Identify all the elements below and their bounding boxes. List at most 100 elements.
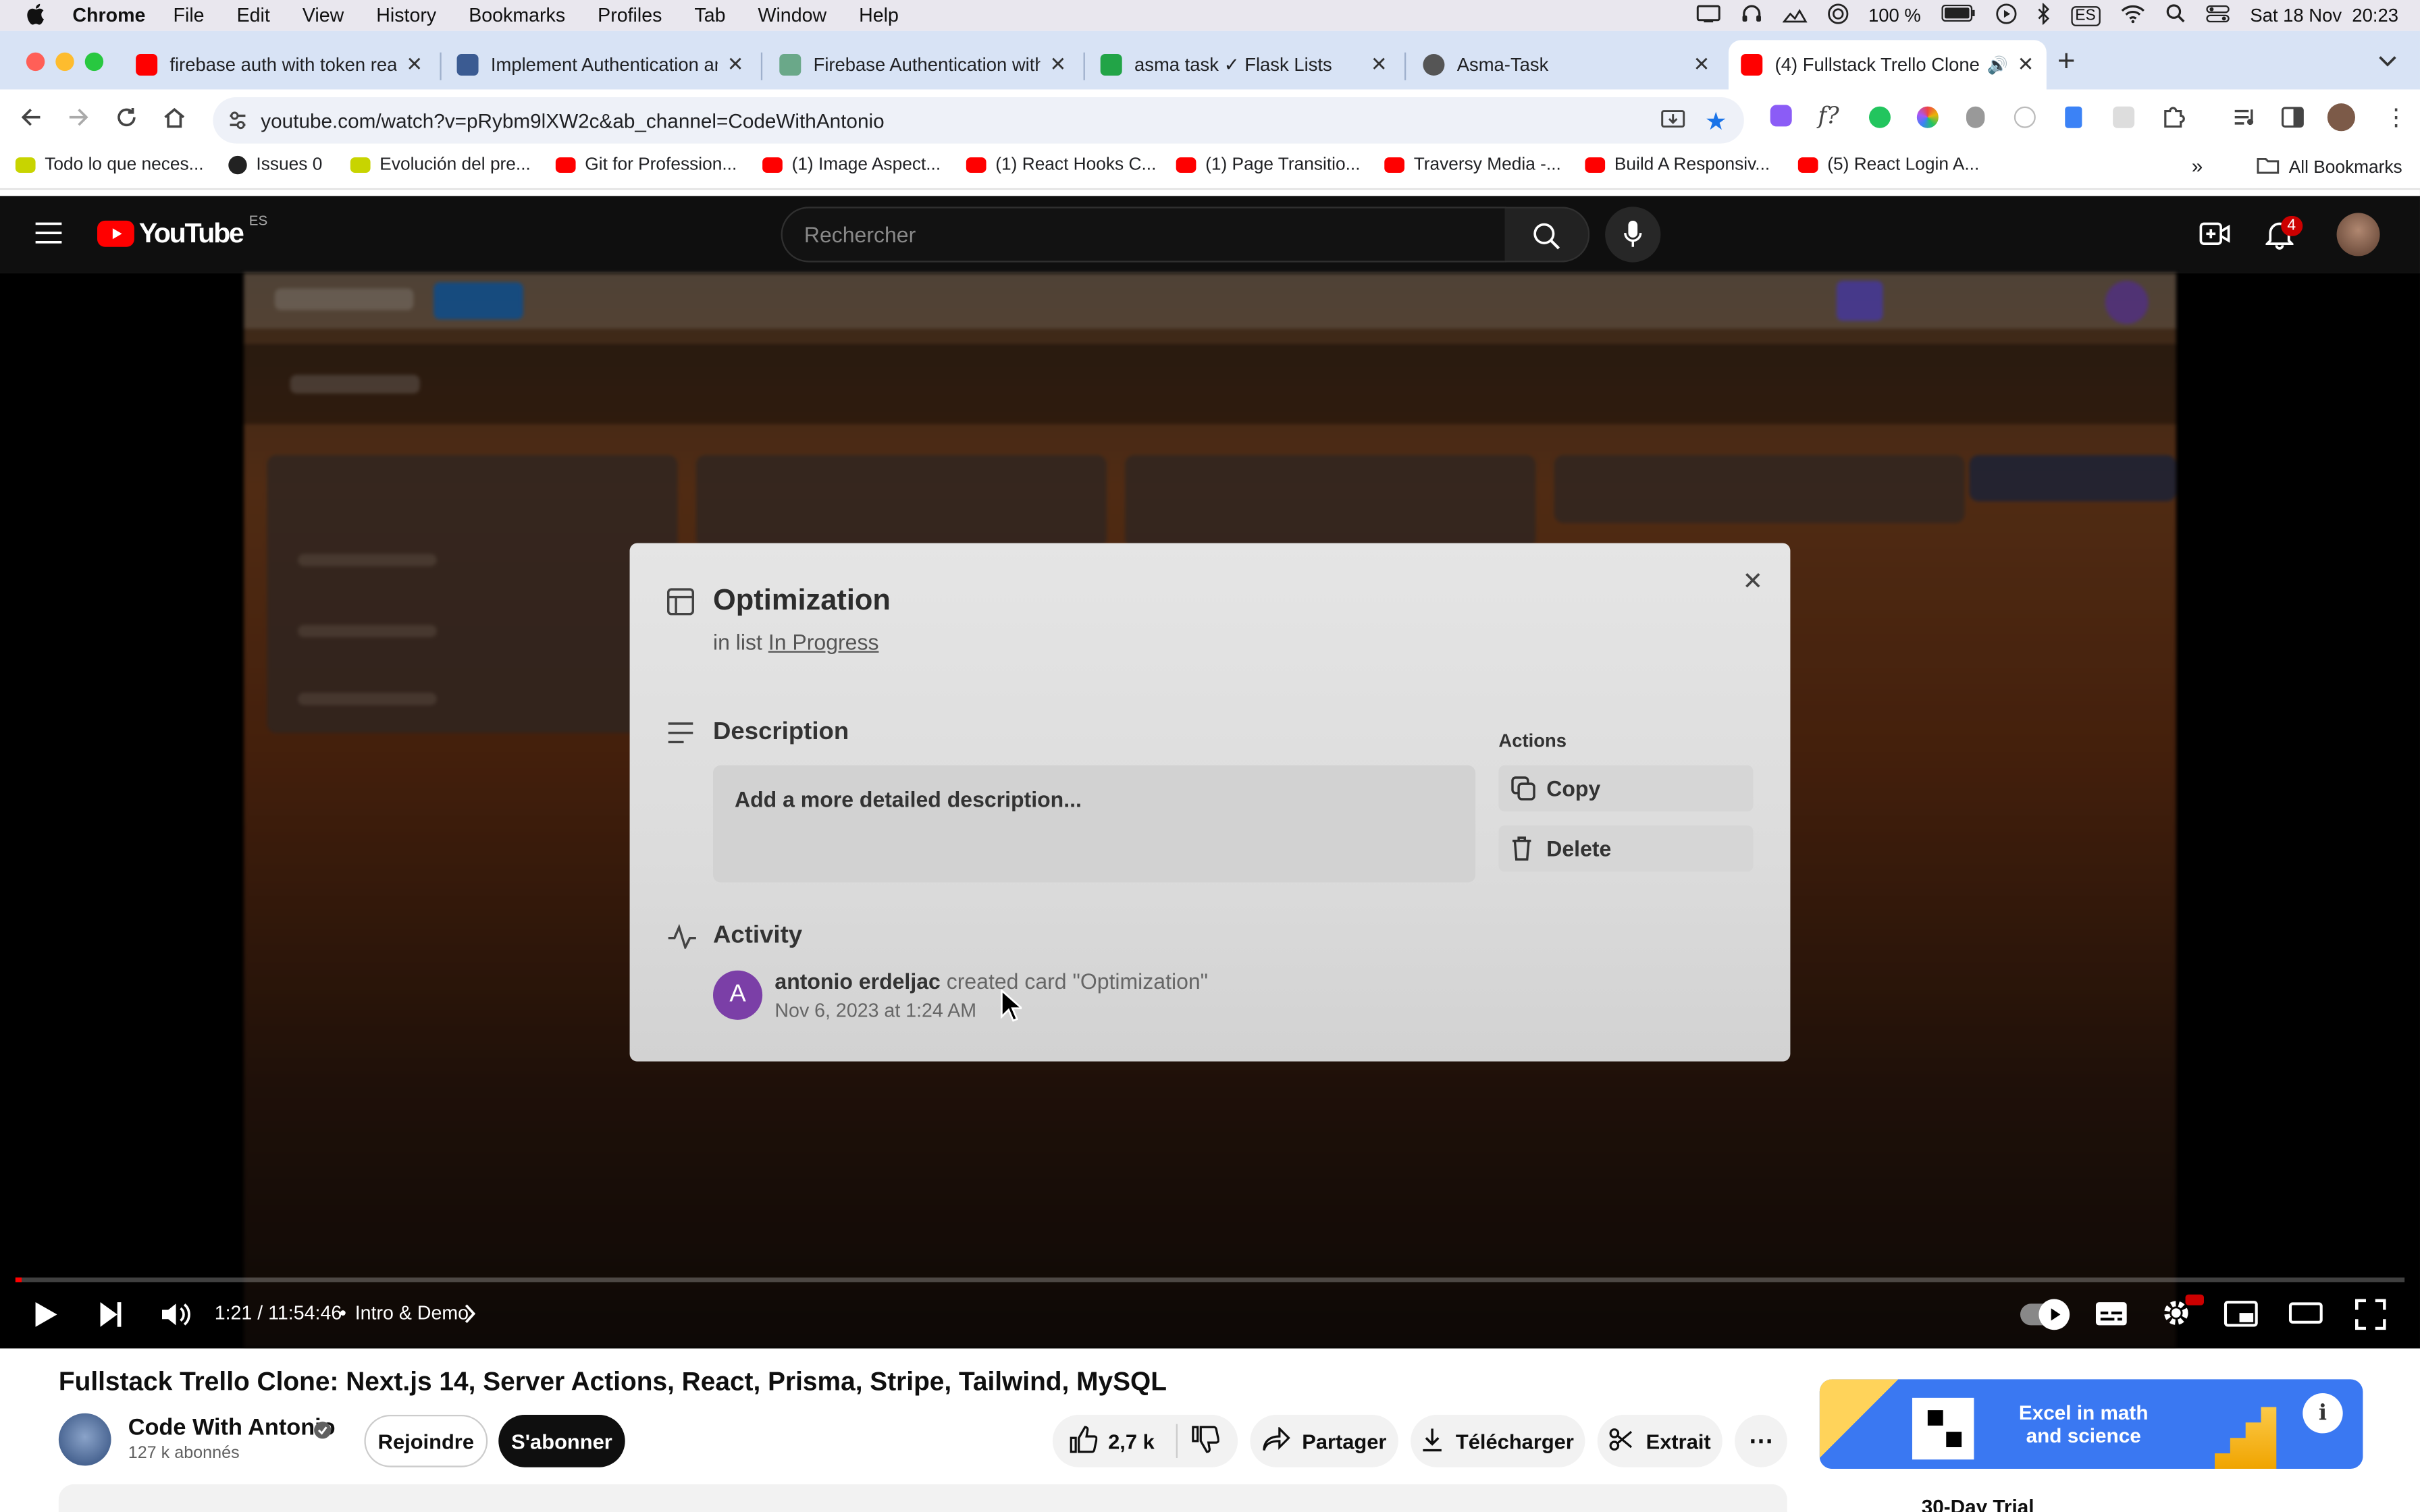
tab-close-icon[interactable]: ✕ xyxy=(2018,53,2034,78)
bookmark-item[interactable]: (1) Page Transitio... xyxy=(1176,156,1361,174)
control-center-icon[interactable] xyxy=(2205,4,2230,27)
wifi-icon[interactable] xyxy=(2120,4,2145,27)
window-minimize-button[interactable] xyxy=(55,52,74,72)
bookmark-item[interactable]: Issues 0 xyxy=(228,155,322,175)
menu-history[interactable]: History xyxy=(376,5,436,26)
bookmark-item[interactable]: (5) React Login A... xyxy=(1797,156,1979,174)
spotlight-search-icon[interactable] xyxy=(2165,3,2186,28)
youtube-logo[interactable]: YouTube ES xyxy=(97,212,267,250)
speaker-icon[interactable]: 🔊 xyxy=(1987,55,2008,74)
video-progress-bar[interactable] xyxy=(15,1277,2405,1282)
network-icon[interactable] xyxy=(1781,4,1807,27)
side-panel-icon[interactable] xyxy=(2281,107,2304,134)
bookmark-item[interactable]: Build A Responsiv... xyxy=(1585,156,1770,174)
bookmark-item[interactable]: (1) React Hooks C... xyxy=(966,156,1156,174)
apple-icon[interactable] xyxy=(26,2,45,28)
browser-tab-active[interactable]: (4) Fullstack Trello Clone 🔊 ✕ xyxy=(1728,40,2047,90)
clipboard-extension-icon[interactable] xyxy=(2065,106,2082,128)
headphones-icon[interactable] xyxy=(1740,3,1762,28)
grey-extension-icon[interactable] xyxy=(2113,106,2135,128)
menu-file[interactable]: File xyxy=(174,5,205,26)
green-extension-icon[interactable] xyxy=(1868,106,1891,128)
back-arrow-icon[interactable] xyxy=(20,107,42,134)
bookmark-item[interactable]: Evolución del pre... xyxy=(350,156,531,174)
forward-arrow-icon[interactable] xyxy=(68,107,90,134)
search-button[interactable] xyxy=(1504,207,1590,263)
download-button[interactable]: Télécharger xyxy=(1411,1414,1585,1467)
menu-app-chrome[interactable]: Chrome xyxy=(72,5,145,26)
description-box[interactable] xyxy=(58,1484,1787,1512)
like-button[interactable]: 2,7 k xyxy=(1053,1425,1155,1457)
battery-icon[interactable] xyxy=(1941,4,1974,26)
media-controls-icon[interactable] xyxy=(2233,107,2258,134)
puzzle-extensions-icon[interactable] xyxy=(2161,105,2186,136)
browser-tab[interactable]: asma task ✓ Flask Lists ✕ xyxy=(1088,40,1400,89)
menu-tab[interactable]: Tab xyxy=(694,5,725,26)
theater-mode-icon[interactable] xyxy=(2288,1302,2323,1328)
compass-extension-icon[interactable] xyxy=(2014,106,2036,128)
account-avatar[interactable] xyxy=(2336,213,2380,256)
search-input[interactable]: Rechercher xyxy=(781,207,1506,263)
site-info-icon[interactable] xyxy=(227,109,248,136)
menu-bookmarks[interactable]: Bookmarks xyxy=(469,5,565,26)
extension-purple-icon[interactable] xyxy=(1770,105,1792,127)
play-button-icon[interactable] xyxy=(32,1301,60,1333)
autoplay-toggle[interactable] xyxy=(2020,1299,2070,1330)
join-button[interactable]: Rejoindre xyxy=(364,1414,488,1467)
ad-info-icon[interactable]: i xyxy=(2303,1393,2343,1434)
window-zoom-button[interactable] xyxy=(84,52,104,72)
bookmark-item[interactable]: Todo lo que neces... xyxy=(15,156,204,174)
all-bookmarks-button[interactable]: All Bookmarks xyxy=(2257,156,2402,179)
bookmark-star-icon[interactable]: ★ xyxy=(1705,107,1727,138)
bluetooth-icon[interactable] xyxy=(2036,1,2051,28)
browser-tab[interactable]: Asma-Task ✕ xyxy=(1411,40,1722,89)
tab-close-icon[interactable]: ✕ xyxy=(1693,53,1710,78)
channel-avatar[interactable] xyxy=(58,1413,111,1466)
bookmarks-overflow-chevron-icon[interactable]: » xyxy=(2192,155,2203,178)
reload-icon[interactable] xyxy=(115,107,137,134)
chapter-title[interactable]: Intro & Demo xyxy=(355,1302,469,1324)
clip-button[interactable]: Extrait xyxy=(1597,1414,1722,1467)
dislike-button[interactable] xyxy=(1192,1425,1220,1457)
address-url[interactable]: youtube.com/watch?v=pRybm9lXW2c&ab_chann… xyxy=(261,109,884,132)
voice-search-button[interactable] xyxy=(1605,207,1661,263)
miniplayer-icon[interactable] xyxy=(2224,1301,2258,1332)
bug-extension-icon[interactable] xyxy=(1966,106,1985,128)
chapter-chevron-icon[interactable] xyxy=(465,1303,477,1328)
tab-search-chevron-icon[interactable] xyxy=(2378,48,2396,76)
install-app-icon[interactable] xyxy=(1660,109,1685,136)
tab-close-icon[interactable]: ✕ xyxy=(406,53,423,78)
more-actions-button[interactable]: ⋯ xyxy=(1735,1414,1787,1467)
tab-close-icon[interactable]: ✕ xyxy=(727,53,744,78)
input-source-badge[interactable]: ES xyxy=(2070,5,2101,26)
create-video-icon[interactable] xyxy=(2199,221,2230,254)
share-button[interactable]: Partager xyxy=(1250,1414,1398,1467)
profile-avatar-icon[interactable] xyxy=(2327,103,2355,132)
menu-help[interactable]: Help xyxy=(859,5,899,26)
hamburger-menu-icon[interactable] xyxy=(35,222,62,251)
menubar-datetime[interactable]: Sat 18 Nov 20:23 xyxy=(2250,5,2398,26)
formula-extension-icon[interactable]: f? xyxy=(1818,102,1839,130)
bookmark-item[interactable]: (1) Image Aspect... xyxy=(762,156,941,174)
menu-window[interactable]: Window xyxy=(758,5,826,26)
tab-close-icon[interactable]: ✕ xyxy=(1049,53,1066,78)
home-icon[interactable] xyxy=(163,107,185,134)
channel-name[interactable]: Code With Antonio xyxy=(128,1415,336,1441)
fullscreen-icon[interactable] xyxy=(2355,1299,2386,1335)
window-close-button[interactable] xyxy=(26,52,45,72)
next-video-icon[interactable] xyxy=(97,1301,125,1333)
color-picker-extension-icon[interactable] xyxy=(1916,106,1939,128)
browser-tab[interactable]: firebase auth with token reac ✕ xyxy=(124,40,436,89)
browser-tab[interactable]: Firebase Authentication with ✕ xyxy=(767,40,1079,89)
volume-icon[interactable] xyxy=(161,1301,192,1333)
browser-tab[interactable]: Implement Authentication an ✕ xyxy=(444,40,756,89)
ad-banner[interactable]: Excel in math and science i xyxy=(1819,1379,2363,1469)
menu-edit[interactable]: Edit xyxy=(237,5,270,26)
display-icon[interactable] xyxy=(1695,4,1720,27)
menu-profiles[interactable]: Profiles xyxy=(598,5,662,26)
menu-view[interactable]: View xyxy=(302,5,344,26)
bookmark-item[interactable]: Git for Profession... xyxy=(555,156,737,174)
play-circle-icon[interactable] xyxy=(1995,2,2016,28)
subtitles-icon[interactable] xyxy=(2095,1301,2128,1332)
kebab-menu-icon[interactable]: ⋮ xyxy=(2384,103,2407,131)
